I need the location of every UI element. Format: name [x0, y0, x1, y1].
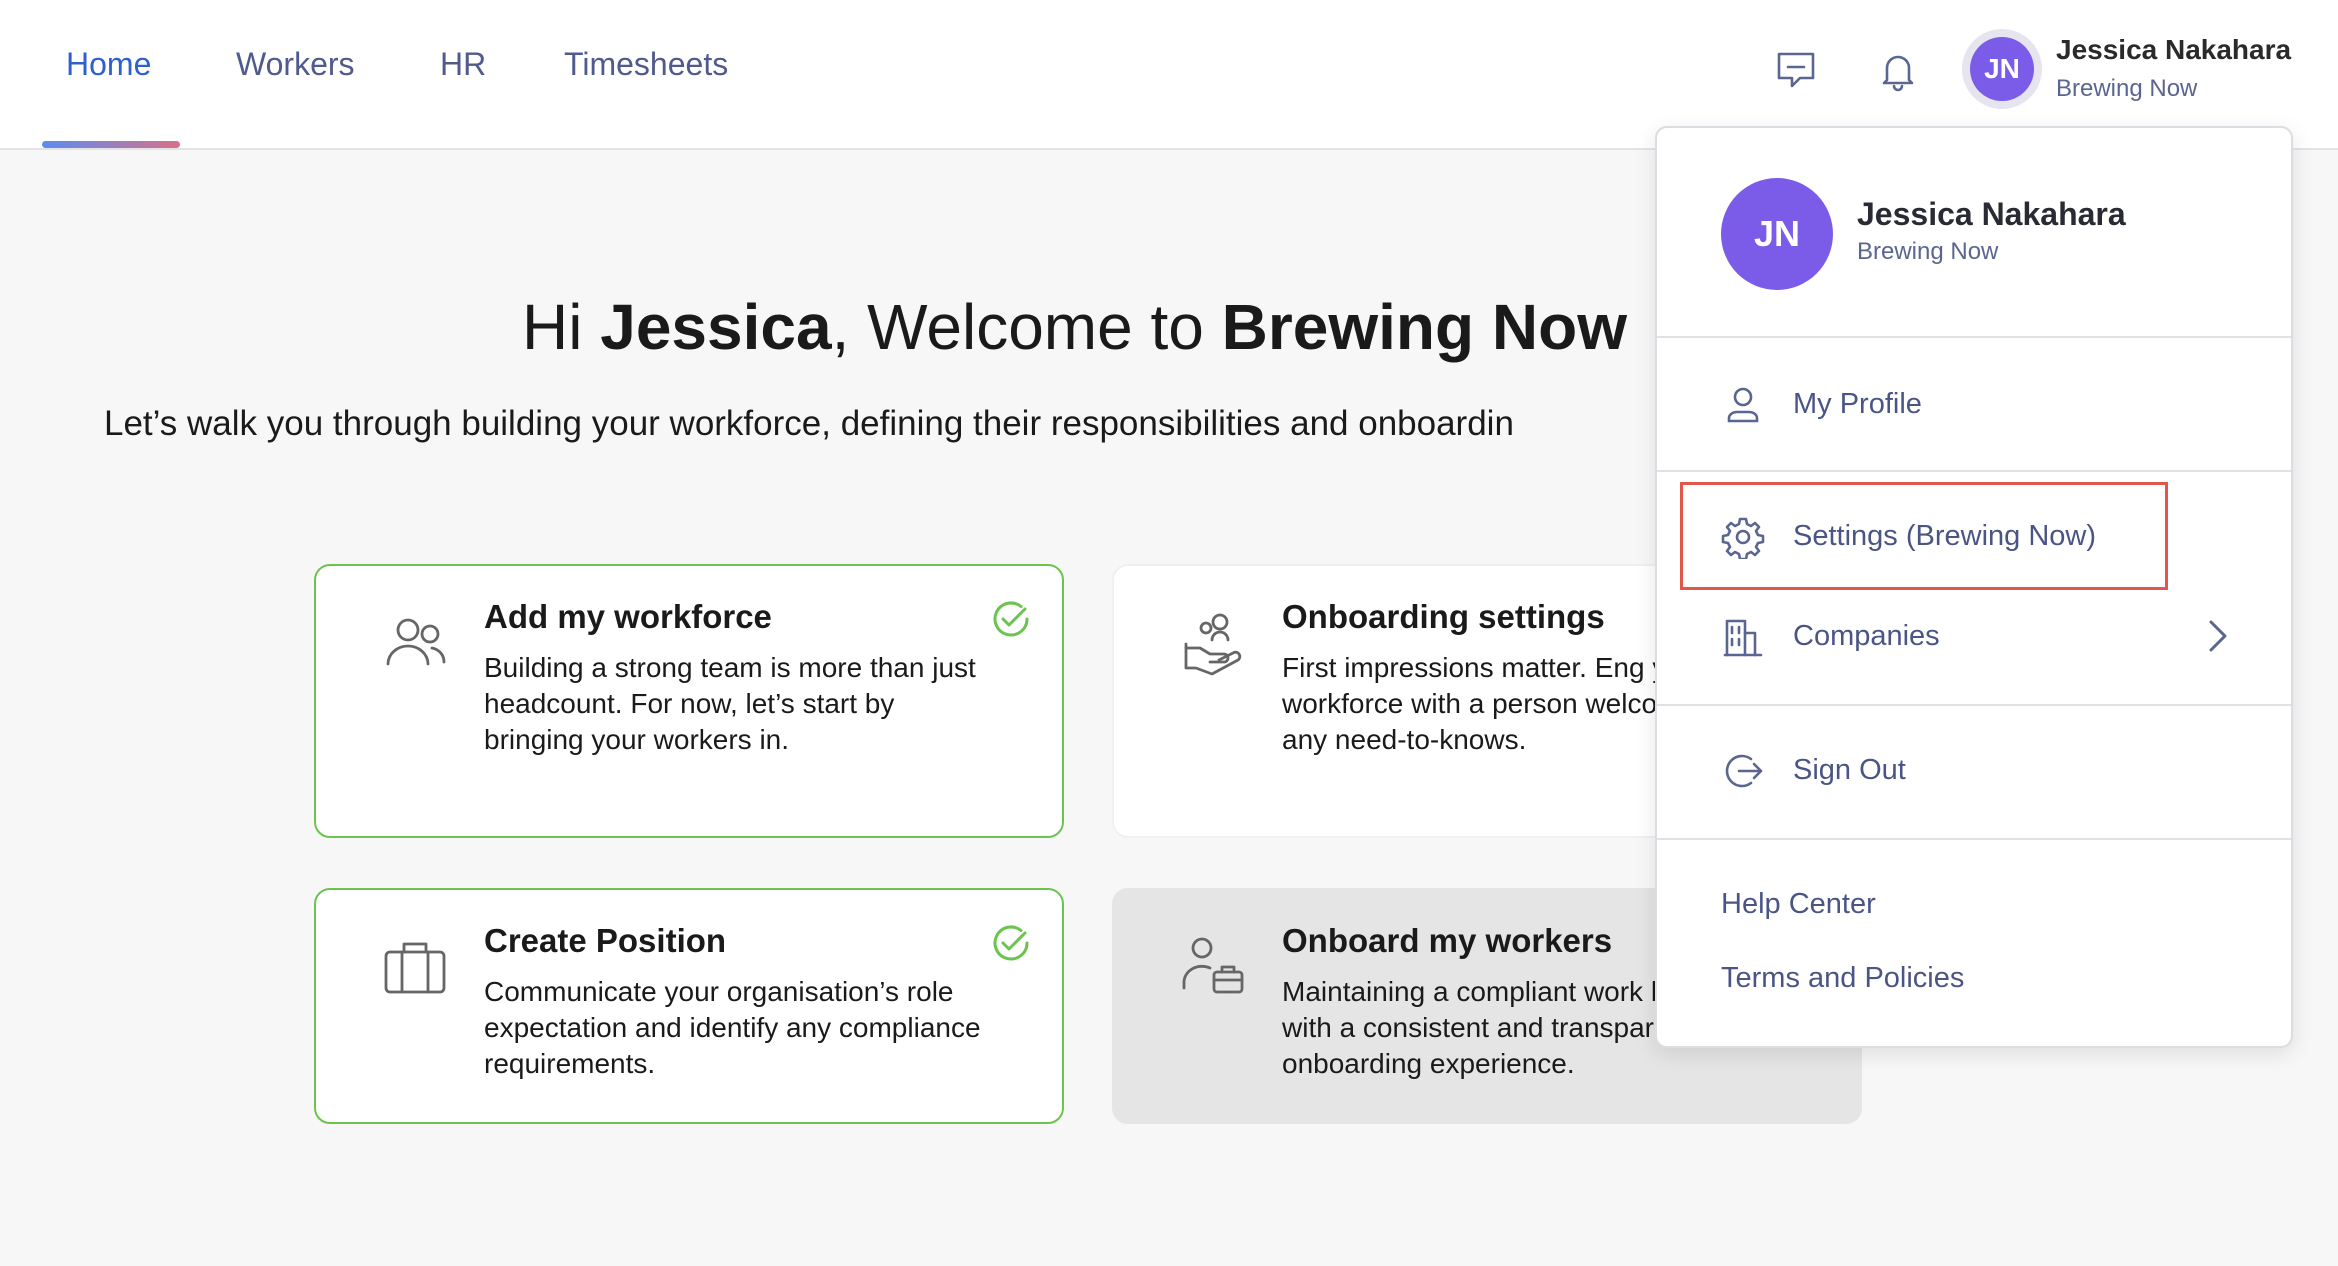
- tab-hr[interactable]: HR: [440, 46, 486, 83]
- user-name[interactable]: Jessica Nakahara: [2056, 34, 2291, 66]
- user-avatar-button[interactable]: JN: [1962, 29, 2042, 109]
- building-icon: [1721, 615, 1765, 659]
- menu-item-settings[interactable]: Settings (Brewing Now): [1657, 502, 2291, 572]
- card-description: Building a strong team is more than just…: [484, 652, 976, 755]
- card-description: Communicate your organisation’s role exp…: [484, 976, 981, 1079]
- check-circle-icon: [990, 922, 1032, 964]
- menu-item-label: Sign Out: [1793, 754, 1906, 786]
- bell-icon[interactable]: [1874, 46, 1922, 94]
- sign-out-icon: [1721, 749, 1765, 793]
- dropdown-user-org: Brewing Now: [1857, 238, 1999, 265]
- tab-home[interactable]: Home: [66, 46, 151, 83]
- welcome-subtitle: Let’s walk you through building your wor…: [104, 404, 1514, 443]
- divider: [1657, 704, 2291, 706]
- person-briefcase-icon: [1176, 932, 1250, 1006]
- menu-item-companies[interactable]: Companies: [1657, 602, 2291, 672]
- tab-workers[interactable]: Workers: [236, 46, 355, 83]
- card-title: Onboarding settings: [1282, 598, 1605, 635]
- active-tab-indicator: [42, 141, 180, 148]
- user-org[interactable]: Brewing Now: [2056, 75, 2197, 103]
- card-create-position[interactable]: Create Position Communicate your organis…: [314, 888, 1064, 1124]
- divider: [1657, 838, 2291, 840]
- card-title: Add my workforce: [484, 598, 772, 635]
- avatar: JN: [1721, 178, 1833, 290]
- tab-timesheets[interactable]: Timesheets: [564, 46, 728, 83]
- user-dropdown-menu: JN Jessica Nakahara Brewing Now My Profi…: [1655, 126, 2293, 1048]
- check-circle-icon: [990, 598, 1032, 640]
- menu-item-my-profile[interactable]: My Profile: [1657, 370, 2291, 440]
- card-add-my-workforce[interactable]: Add my workforce Building a strong team …: [314, 564, 1064, 838]
- briefcase-icon: [378, 932, 452, 1006]
- divider: [1657, 336, 2291, 338]
- card-title: Create Position: [484, 922, 727, 959]
- chat-icon[interactable]: [1772, 46, 1820, 94]
- people-icon: [378, 608, 452, 682]
- chevron-right-icon: [2197, 616, 2237, 656]
- menu-item-label: My Profile: [1793, 388, 1922, 420]
- divider: [1657, 470, 2291, 472]
- avatar: JN: [1970, 37, 2034, 101]
- menu-item-label: Settings (Brewing Now): [1793, 520, 2096, 552]
- menu-item-label: Companies: [1793, 620, 1940, 652]
- user-icon: [1721, 383, 1765, 427]
- card-title: Onboard my workers: [1282, 922, 1613, 959]
- terms-and-policies-link[interactable]: Terms and Policies: [1721, 962, 1964, 995]
- menu-item-sign-out[interactable]: Sign Out: [1657, 736, 2291, 806]
- welcome-first-name: Jessica: [600, 291, 832, 363]
- hand-people-icon: [1176, 608, 1250, 682]
- dropdown-user-name: Jessica Nakahara: [1857, 196, 2126, 232]
- welcome-heading: Hi Jessica, Welcome to Brewing Now: [522, 291, 1627, 363]
- gear-icon: [1721, 515, 1765, 561]
- welcome-company: Brewing Now: [1221, 291, 1627, 363]
- help-center-link[interactable]: Help Center: [1721, 888, 1876, 921]
